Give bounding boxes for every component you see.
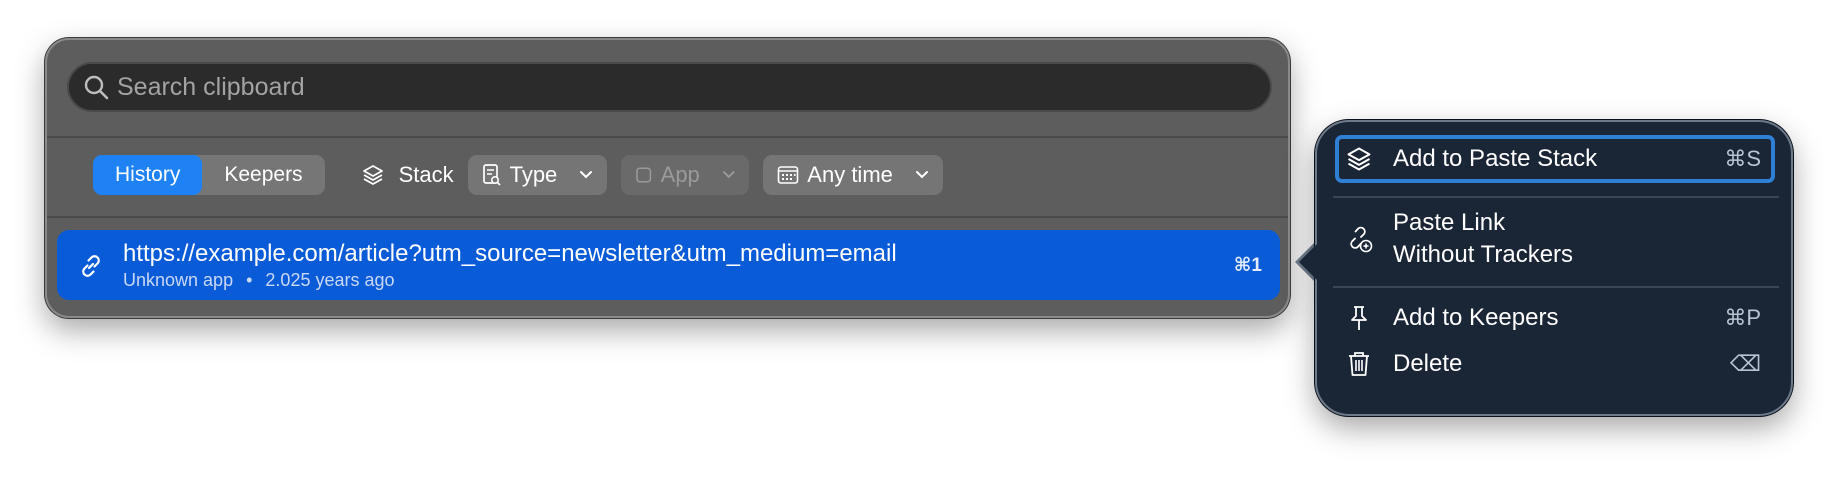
stack-label: Stack [398, 162, 454, 187]
item-url: https://example.com/article?utm_source=n… [123, 240, 897, 267]
checkbox-icon [636, 167, 652, 183]
clipboard-panel: History Keepers Stack [45, 38, 1290, 318]
type-label: Type [509, 162, 558, 187]
menu-item-add-to-paste-stack[interactable]: Add to Paste Stack ⌘S [1335, 135, 1775, 183]
menu-separator [1333, 286, 1779, 288]
view-segmented-control: History Keepers [93, 155, 325, 195]
item-age: 2.025 years ago [265, 270, 395, 290]
shortcut-label: ⌘S [1724, 146, 1761, 171]
search-bar[interactable] [67, 62, 1272, 112]
chevron-down-icon [580, 171, 593, 179]
search-input[interactable] [117, 72, 1217, 102]
clipboard-item[interactable]: https://example.com/article?utm_source=n… [57, 230, 1280, 300]
app-label: App [660, 162, 700, 187]
calendar-icon [777, 166, 799, 184]
tab-history[interactable]: History [93, 155, 203, 195]
chevron-down-icon [915, 171, 928, 179]
menu-item-label-line2: Without Trackers [1393, 241, 1574, 268]
menu-item-label: Add to Keepers [1393, 304, 1559, 331]
divider [47, 216, 1288, 218]
layers-icon [1347, 147, 1371, 171]
filter-toolbar: History Keepers Stack Type App Any time [93, 155, 943, 195]
tab-keepers[interactable]: Keepers [202, 155, 324, 195]
divider [47, 136, 1288, 138]
item-meta: Unknown app • 2.025 years ago [123, 270, 395, 291]
time-dropdown[interactable]: Any time [763, 155, 943, 195]
menu-item-paste-link-without-trackers[interactable]: Paste Link Without Trackers [1339, 206, 1771, 272]
app-dropdown[interactable]: App [621, 155, 750, 195]
document-search-icon [482, 164, 501, 186]
menu-separator [1333, 196, 1779, 198]
stack-button[interactable]: Stack [361, 162, 454, 188]
layers-icon [362, 165, 383, 185]
pin-icon [1351, 306, 1367, 330]
link-icon [82, 255, 100, 277]
time-label: Any time [807, 162, 893, 187]
shortcut-label: ⌫ [1729, 351, 1761, 376]
menu-item-label-line1: Paste Link [1393, 209, 1506, 236]
search-icon [84, 75, 109, 100]
chevron-down-icon [722, 171, 735, 179]
link-clean-icon [1350, 226, 1373, 253]
item-shortcut: ⌘1 [1233, 255, 1262, 276]
item-source: Unknown app [123, 270, 234, 290]
menu-item-label: Delete [1393, 350, 1463, 377]
menu-item-delete[interactable]: Delete ⌫ [1339, 344, 1771, 384]
menu-item-label: Paste Link Without Trackers [1393, 207, 1573, 271]
meta-separator: • [246, 270, 253, 290]
trash-icon [1349, 352, 1369, 376]
type-dropdown[interactable]: Type [467, 155, 608, 195]
menu-item-label: Add to Paste Stack [1393, 145, 1598, 172]
menu-item-add-to-keepers[interactable]: Add to Keepers ⌘P [1339, 298, 1771, 338]
stage: History Keepers Stack [0, 0, 1844, 494]
context-menu: Add to Paste Stack ⌘S Paste Link Without… [1315, 120, 1793, 416]
shortcut-label: ⌘P [1724, 305, 1761, 330]
menu-pointer-inner [1299, 243, 1318, 281]
